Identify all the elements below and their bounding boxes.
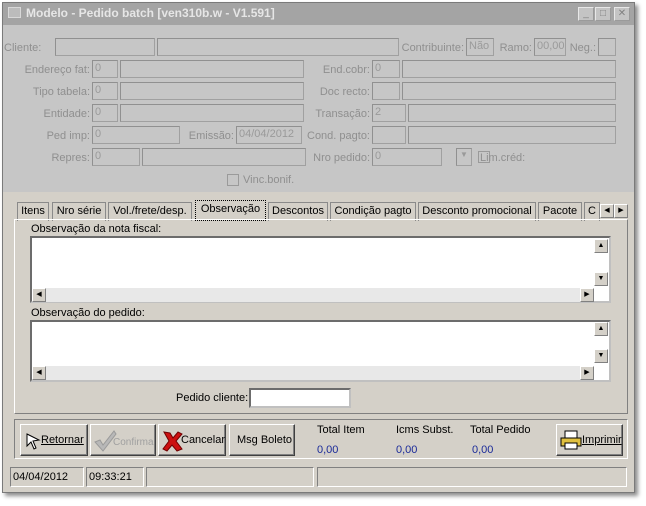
pedido-scroll-right-icon[interactable]: ▶ xyxy=(580,366,594,380)
emissao-field[interactable]: 04/04/2012 xyxy=(236,126,302,144)
total-item-label: Total Item xyxy=(317,424,365,436)
endereco-fat-desc-field[interactable] xyxy=(120,60,304,78)
repres-label: Repres: xyxy=(51,152,90,164)
contribuinte-field[interactable]: Não xyxy=(466,38,494,56)
tab-scroll-right-icon[interactable]: ▶ xyxy=(614,204,628,218)
imprimir-label: Imprimir xyxy=(582,434,622,446)
transacao-label: Transação: xyxy=(315,108,370,120)
cancelar-button[interactable]: Cancelar xyxy=(158,424,226,456)
lim-cred-label: Lim.créd: xyxy=(480,152,526,164)
close-button[interactable]: ✕ xyxy=(614,7,630,21)
minimize-button[interactable]: _ xyxy=(578,7,594,21)
cond-pagto-label: Cond. pagto: xyxy=(307,130,370,142)
vinc-bonif-checkbox[interactable] xyxy=(227,174,239,186)
pedido-cliente-input[interactable] xyxy=(249,388,351,408)
pedido-cliente-label: Pedido cliente: xyxy=(176,392,249,404)
app-icon xyxy=(8,7,21,18)
nro-pedido-field[interactable]: 0 xyxy=(372,148,442,166)
status-time: 09:33:21 xyxy=(86,467,144,487)
confirma-label: Confirma xyxy=(113,437,154,448)
tab-observacao[interactable]: Observação xyxy=(195,200,266,221)
emissao-label: Emissão: xyxy=(188,130,234,142)
ped-imp-field[interactable]: 0 xyxy=(92,126,180,144)
cancelar-label: Cancelar xyxy=(181,434,226,446)
tipo-tabela-label: Tipo tabela: xyxy=(32,86,90,98)
pedido-scroll-down-icon[interactable]: ▼ xyxy=(594,349,608,363)
total-item-value: 0,00 xyxy=(317,444,339,456)
cliente-name-field[interactable] xyxy=(157,38,399,56)
end-cobr-code-field[interactable]: 0 xyxy=(372,60,400,78)
entidade-code-field[interactable]: 0 xyxy=(92,104,118,122)
nota-scroll-right-icon[interactable]: ▶ xyxy=(580,288,594,302)
total-pedido-value: 0,00 xyxy=(472,444,494,456)
printer-icon xyxy=(560,430,582,450)
cond-pagto-code-field[interactable] xyxy=(372,126,406,144)
msg-boleto-button[interactable]: Msg Boleto xyxy=(229,424,295,456)
repres-code-field[interactable]: 0 xyxy=(92,148,140,166)
nro-pedido-label: Nro pedido: xyxy=(313,152,370,164)
end-cobr-desc-field[interactable] xyxy=(402,60,616,78)
ped-imp-label: Ped imp: xyxy=(46,130,90,142)
observacao-pedido-label: Observação do pedido: xyxy=(31,307,145,319)
doc-recto-label: Doc recto: xyxy=(319,86,370,98)
endereco-fat-code-field[interactable]: 0 xyxy=(92,60,118,78)
cliente-label: Cliente: xyxy=(4,42,42,54)
transacao-code-field[interactable]: 2 xyxy=(372,104,406,122)
doc-recto-desc-field[interactable] xyxy=(402,82,616,100)
status-panel-1 xyxy=(146,467,314,487)
entidade-desc-field[interactable] xyxy=(120,104,304,122)
pedido-scroll-left-icon[interactable]: ◀ xyxy=(32,366,46,380)
pedido-scroll-up-icon[interactable]: ▲ xyxy=(594,322,608,336)
window-title: Modelo - Pedido batch [ven310b.w - V1.59… xyxy=(26,6,275,20)
nro-pedido-dropdown-icon[interactable]: ▼ xyxy=(456,148,472,166)
pedido-hscrollbar[interactable] xyxy=(32,366,594,380)
doc-recto-code-field[interactable] xyxy=(372,82,400,100)
status-panel-2 xyxy=(317,467,627,487)
cancel-x-icon xyxy=(162,431,183,452)
transacao-desc-field[interactable] xyxy=(408,104,616,122)
tab-scroll-left-icon[interactable]: ◀ xyxy=(600,204,614,218)
imprimir-button[interactable]: Imprimir xyxy=(556,424,623,456)
nota-hscrollbar[interactable] xyxy=(32,288,594,302)
nota-scroll-up-icon[interactable]: ▲ xyxy=(594,239,608,253)
endereco-fat-label: Endereço fat: xyxy=(24,64,90,76)
tipo-tabela-code-field[interactable]: 0 xyxy=(92,82,118,100)
status-date: 04/04/2012 xyxy=(10,467,84,487)
vinc-bonif-label: Vinc.bonif. xyxy=(243,174,295,186)
icms-subst-value: 0,00 xyxy=(396,444,418,456)
contribuinte-label: Contribuinte: xyxy=(401,42,464,54)
ramo-field[interactable]: 00,00 xyxy=(534,38,566,56)
repres-desc-field[interactable] xyxy=(142,148,306,166)
maximize-button[interactable]: □ xyxy=(595,7,611,21)
entidade-label: Entidade: xyxy=(43,108,90,120)
observacao-nota-label: Observação da nota fiscal: xyxy=(31,223,162,235)
tipo-tabela-desc-field[interactable] xyxy=(120,82,304,100)
cond-pagto-desc-field[interactable] xyxy=(408,126,616,144)
back-arrow-icon xyxy=(26,433,41,450)
retornar-button[interactable]: Retornar xyxy=(20,424,88,456)
retornar-label: Retornar xyxy=(41,434,84,446)
neg-label: Neg.: xyxy=(569,42,596,54)
total-pedido-label: Total Pedido xyxy=(470,424,531,436)
nota-scroll-down-icon[interactable]: ▼ xyxy=(594,272,608,286)
msg-boleto-label: Msg Boleto xyxy=(237,434,293,446)
ramo-label: Ramo: xyxy=(499,42,532,54)
cliente-code-field[interactable] xyxy=(55,38,155,56)
icms-subst-label: Icms Subst. xyxy=(396,424,454,436)
confirma-button[interactable]: Confirma xyxy=(90,424,156,456)
nota-scroll-left-icon[interactable]: ◀ xyxy=(32,288,46,302)
neg-field[interactable] xyxy=(598,38,616,56)
end-cobr-label: End.cobr: xyxy=(322,64,370,76)
